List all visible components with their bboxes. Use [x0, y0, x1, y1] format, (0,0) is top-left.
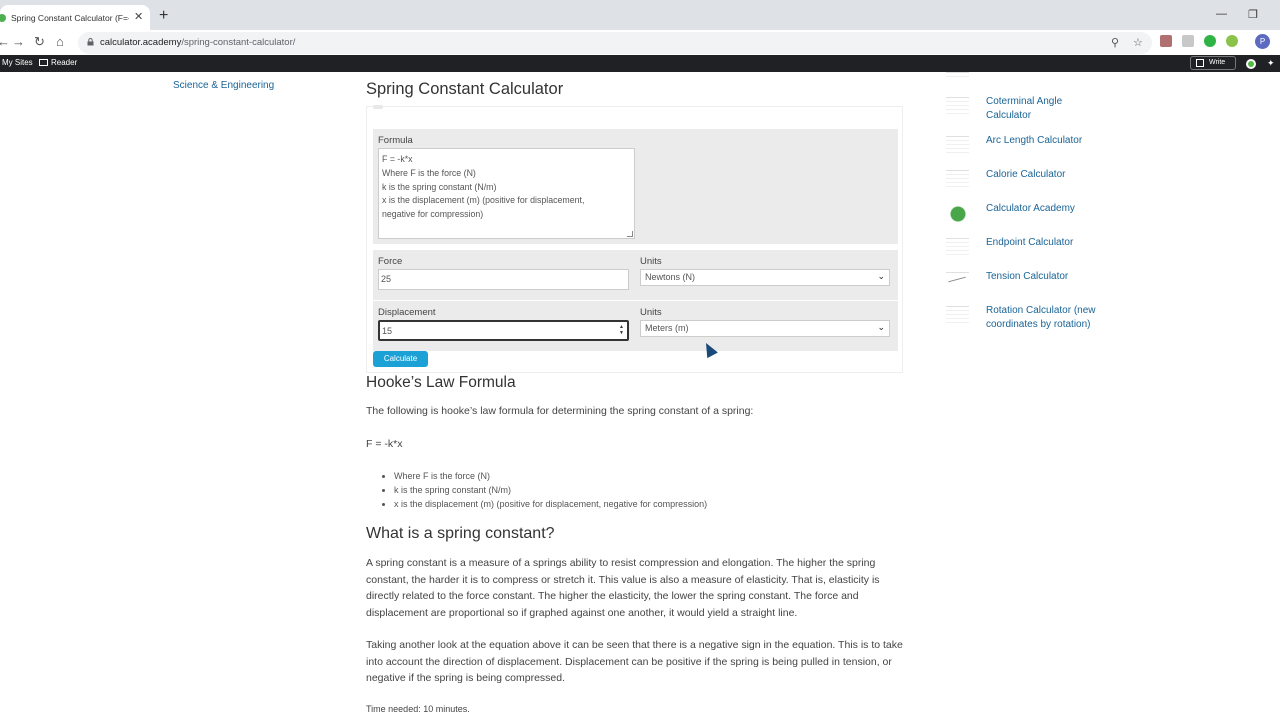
extension-grammarly-icon[interactable] [1204, 35, 1216, 47]
list-item: k is the spring constant (N/m) [394, 483, 707, 497]
status-dot-icon[interactable] [1246, 59, 1256, 69]
formula-panel: Formula F = -k*x Where F is the force (N… [373, 129, 898, 244]
paragraph: Taking another look at the equation abov… [366, 639, 903, 685]
browser-toolbar: ← → ↻ ⌂ calculator.academy/spring-consta… [0, 30, 1280, 55]
formula-line: x is the displacement (m) (positive for … [382, 195, 585, 206]
displacement-input[interactable]: 15 ▲ ▼ [378, 320, 629, 341]
sidebar-item-label[interactable]: Coterminal Angle Calculator [986, 95, 1104, 123]
displacement-value: 15 [382, 326, 393, 336]
tab-strip: Spring Constant Calculator (F=-k ✕ + — ❐ [0, 0, 1280, 34]
displacement-units-label: Units [640, 307, 662, 318]
minimize-icon[interactable]: — [1216, 8, 1227, 20]
formula-line: negative for compression) [382, 209, 484, 220]
new-tab-icon[interactable]: + [159, 7, 168, 25]
time-needed: Time needed: 10 minutes. [366, 704, 470, 714]
bookmark-star-icon[interactable]: ☆ [1133, 36, 1143, 49]
page-title: Spring Constant Calculator [366, 80, 564, 98]
hooke-intro: The following is hooke’s law formula for… [366, 405, 754, 417]
calculate-button[interactable]: Calculate [373, 351, 428, 367]
formula-label: Formula [378, 135, 413, 146]
sidebar-item-label[interactable]: Rotation Calculator (new coordinates by … [986, 304, 1104, 332]
close-tab-icon[interactable]: ✕ [134, 10, 143, 24]
force-row: Force 25 Units Newtons (N) ⌄ [373, 250, 898, 300]
lock-icon [87, 38, 94, 46]
formula-line: F = -k*x [382, 154, 413, 164]
notifications-icon[interactable]: ✦ [1267, 58, 1275, 69]
write-button[interactable]: Write [1190, 56, 1236, 70]
list-item: x is the displacement (m) (positive for … [394, 497, 707, 511]
nav-link-science-engineering[interactable]: Science & Engineering [173, 80, 274, 91]
url-text: calculator.academy/spring-constant-calcu… [100, 37, 296, 48]
force-input[interactable]: 25 [378, 269, 629, 290]
extension-pdf-icon[interactable] [1160, 35, 1172, 47]
sidebar-item-label[interactable]: Calorie Calculator [986, 168, 1104, 182]
paragraph: A spring constant is a measure of a spri… [366, 557, 880, 619]
bookmark-reader-label: Reader [51, 58, 78, 67]
thumbnail-icon [946, 97, 969, 117]
address-bar[interactable]: calculator.academy/spring-constant-calcu… [78, 32, 1152, 54]
formula-text: F = -k*x [366, 438, 403, 450]
calculator-tab-handle [373, 105, 383, 109]
resize-handle-icon[interactable] [627, 231, 633, 237]
thumbnail-icon [946, 136, 969, 156]
write-label: Write [1209, 59, 1226, 66]
displacement-label: Displacement [378, 307, 436, 318]
profile-avatar[interactable]: P [1255, 34, 1270, 49]
thumbnail-icon [946, 170, 969, 190]
force-units-label: Units [640, 256, 662, 267]
extension-icon[interactable] [1182, 35, 1194, 47]
thumbnail-icon [946, 72, 969, 78]
reload-icon[interactable]: ↻ [34, 34, 45, 50]
reader-icon [39, 59, 48, 66]
hooke-heading: Hooke’s Law Formula [366, 374, 516, 391]
displacement-row: Displacement 15 ▲ ▼ Units Meters (m) ⌄ [373, 301, 898, 351]
back-icon[interactable]: ← [0, 34, 10, 50]
write-icon [1196, 59, 1204, 67]
zoom-icon[interactable]: ⚲ [1111, 36, 1119, 49]
home-icon[interactable]: ⌂ [56, 34, 64, 50]
bookmark-my-sites[interactable]: My Sites [2, 58, 33, 67]
sidebar-item-label[interactable]: Calculator Academy [986, 202, 1104, 216]
restore-icon[interactable]: ❐ [1248, 8, 1258, 21]
thumbnail-icon [946, 272, 969, 292]
force-units-select[interactable]: Newtons (N) ⌄ [640, 269, 890, 286]
formula-line: Where F is the force (N) [382, 167, 476, 178]
number-spinner-icon[interactable]: ▲ ▼ [619, 324, 624, 336]
what-heading: What is a spring constant? [366, 525, 555, 542]
sidebar-item-label[interactable]: Tension Calculator [986, 270, 1104, 284]
displacement-units-value: Meters (m) [645, 323, 689, 333]
chevron-down-icon: ⌄ [877, 322, 885, 332]
thumbnail-icon [946, 306, 969, 326]
sidebar-item-label[interactable]: Endpoint Calculator [986, 236, 1104, 250]
variable-list: Where F is the force (N) k is the spring… [394, 469, 707, 511]
bookmark-reader[interactable]: Reader [39, 58, 77, 67]
tab-title: Spring Constant Calculator (F=-k [11, 13, 129, 23]
extension-check-icon[interactable] [1226, 35, 1238, 47]
force-label: Force [378, 256, 403, 267]
calculator-widget: Formula F = -k*x Where F is the force (N… [366, 105, 903, 373]
bookmarks-bar: My Sites Reader Write ✦ [0, 55, 1280, 72]
list-item: Where F is the force (N) [394, 469, 707, 483]
calculator-academy-logo-icon [946, 204, 969, 224]
thumbnail-icon [946, 238, 969, 258]
displacement-units-select[interactable]: Meters (m) ⌄ [640, 320, 890, 337]
formula-line: k is the spring constant (N/m) [382, 181, 497, 192]
force-units-value: Newtons (N) [645, 272, 696, 282]
formula-textarea[interactable]: F = -k*x Where F is the force (N) k is t… [378, 148, 635, 239]
sidebar-item-label[interactable]: Arc Length Calculator [986, 134, 1104, 148]
forward-icon[interactable]: → [12, 34, 25, 50]
site-favicon-icon [0, 14, 6, 22]
chevron-down-icon: ⌄ [877, 271, 885, 281]
